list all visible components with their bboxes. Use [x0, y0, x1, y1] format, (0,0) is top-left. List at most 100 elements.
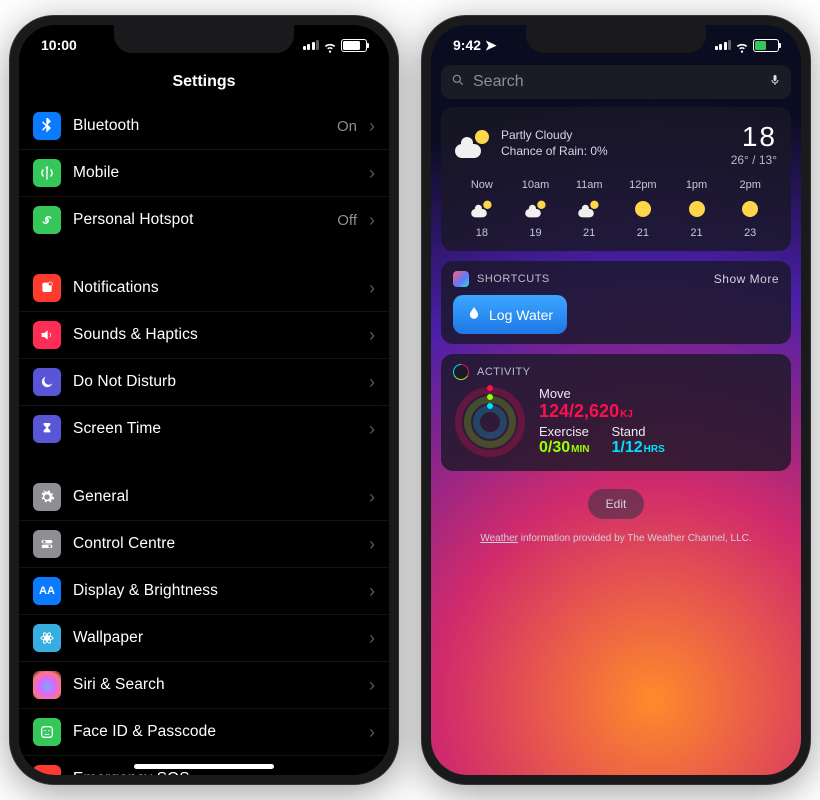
microphone-icon[interactable]	[769, 72, 781, 93]
activity-title: ACTIVITY	[477, 366, 531, 378]
weather-hilo: 26° / 13°	[731, 153, 777, 167]
shortcut-label: Log Water	[489, 307, 553, 323]
exercise-value: 0/30	[539, 439, 570, 456]
weather-credit: Weather information provided by The Weat…	[441, 533, 791, 544]
settings-row-personal-hotspot[interactable]: Personal Hotspot Off ›	[19, 196, 389, 243]
activity-widget[interactable]: ACTIVITY Move 124/2,620KJ Exercise 0/30M…	[441, 354, 791, 471]
shortcuts-title: SHORTCUTS	[477, 273, 550, 285]
clock: 10:00	[41, 37, 77, 53]
row-label: General	[73, 488, 129, 506]
chevron-right-icon: ›	[369, 628, 375, 649]
hourglass-icon	[33, 415, 61, 443]
row-label: Siri & Search	[73, 676, 165, 694]
settings-row-sounds-haptics[interactable]: Sounds & Haptics›	[19, 311, 389, 358]
antenna-icon	[33, 159, 61, 187]
droplet-icon	[467, 305, 481, 324]
row-label: Mobile	[73, 164, 119, 182]
switches-icon	[33, 530, 61, 558]
speaker-icon	[33, 321, 61, 349]
hour-col: Now18	[455, 179, 509, 239]
show-more-button[interactable]: Show More	[714, 272, 779, 286]
settings-row-face-id-passcode[interactable]: Face ID & Passcode›	[19, 708, 389, 755]
chevron-right-icon: ›	[369, 278, 375, 299]
row-label: Bluetooth	[73, 117, 139, 135]
bell-icon	[33, 274, 61, 302]
hour-temp: 21	[616, 227, 670, 239]
row-label: Display & Brightness	[73, 582, 218, 600]
settings-row-display-brightness[interactable]: AA Display & Brightness ›	[19, 567, 389, 614]
settings-row-siri-search[interactable]: Siri & Search ›	[19, 661, 389, 708]
hour-label: 10am	[509, 179, 563, 191]
row-label: Screen Time	[73, 420, 161, 438]
row-label: Do Not Disturb	[73, 373, 176, 391]
clock: 9:42 ➤	[453, 37, 497, 54]
notch	[114, 25, 294, 53]
row-label: Personal Hotspot	[73, 211, 194, 229]
hour-label: 2pm	[723, 179, 777, 191]
phone-settings: 10:00 Settings BluetoothOn›Mobile›Person…	[10, 16, 398, 784]
weather-widget[interactable]: Partly Cloudy Chance of Rain: 0% 18 26° …	[441, 107, 791, 251]
row-value: On	[337, 118, 357, 135]
hour-col: 10am19	[509, 179, 563, 239]
hour-temp: 23	[723, 227, 777, 239]
hour-temp: 18	[455, 227, 509, 239]
location-icon: ➤	[485, 37, 497, 53]
row-label: Sounds & Haptics	[73, 326, 198, 344]
cellular-icon	[715, 40, 732, 50]
chevron-right-icon: ›	[369, 581, 375, 602]
hour-label: 11am	[562, 179, 616, 191]
weather-temp: 18	[731, 121, 777, 153]
wifi-icon	[323, 40, 337, 50]
partly-cloudy-icon	[455, 130, 491, 158]
settings-row-mobile[interactable]: Mobile›	[19, 149, 389, 196]
hour-col: 2pm 23	[723, 179, 777, 239]
aa-icon: AA	[33, 577, 61, 605]
page-title: Settings	[19, 65, 389, 103]
cellular-icon	[303, 40, 320, 50]
row-label: Control Centre	[73, 535, 175, 553]
bluetooth-icon	[33, 112, 61, 140]
search-input[interactable]: Search	[441, 65, 791, 99]
stand-label: Stand	[611, 424, 664, 439]
gear-icon	[33, 483, 61, 511]
partly-cloudy-icon	[525, 201, 547, 218]
search-icon	[451, 73, 465, 92]
chevron-right-icon: ›	[369, 487, 375, 508]
settings-row-do-not-disturb[interactable]: Do Not Disturb›	[19, 358, 389, 405]
battery-icon	[341, 39, 367, 52]
chevron-right-icon: ›	[369, 675, 375, 696]
settings-row-screen-time[interactable]: Screen Time ›	[19, 405, 389, 452]
shortcuts-app-icon	[453, 271, 469, 287]
sun-icon	[742, 201, 758, 217]
row-label: Face ID & Passcode	[73, 723, 216, 741]
shortcut-log-water[interactable]: Log Water	[453, 295, 567, 334]
settings-row-notifications[interactable]: Notifications›	[19, 265, 389, 311]
wifi-icon	[735, 40, 749, 50]
weather-link[interactable]: Weather	[480, 533, 518, 544]
settings-row-control-centre[interactable]: Control Centre›	[19, 520, 389, 567]
settings-row-wallpaper[interactable]: Wallpaper›	[19, 614, 389, 661]
edit-button[interactable]: Edit	[588, 489, 644, 519]
siri-icon	[33, 671, 61, 699]
partly-cloudy-icon	[578, 201, 600, 218]
chevron-right-icon: ›	[369, 419, 375, 440]
search-placeholder: Search	[473, 73, 524, 91]
settings-row-general[interactable]: General ›	[19, 474, 389, 520]
hour-col: 1pm21	[670, 179, 724, 239]
chevron-right-icon: ›	[369, 116, 375, 137]
row-label: Emergency SOS	[73, 770, 190, 775]
chevron-right-icon: ›	[369, 210, 375, 231]
chevron-right-icon: ›	[369, 769, 375, 776]
flower-icon	[33, 624, 61, 652]
shortcuts-widget: SHORTCUTS Show More Log Water	[441, 261, 791, 344]
sos-icon: SOS	[33, 765, 61, 775]
hour-label: 12pm	[616, 179, 670, 191]
link-icon	[33, 206, 61, 234]
weather-summary: Partly Cloudy	[501, 128, 608, 144]
row-value: Off	[337, 212, 357, 229]
home-indicator[interactable]	[134, 764, 274, 769]
stand-value: 1/12	[611, 439, 642, 456]
notch	[526, 25, 706, 53]
settings-row-bluetooth[interactable]: Bluetooth On ›	[19, 103, 389, 149]
hour-col: 12pm 21	[616, 179, 670, 239]
